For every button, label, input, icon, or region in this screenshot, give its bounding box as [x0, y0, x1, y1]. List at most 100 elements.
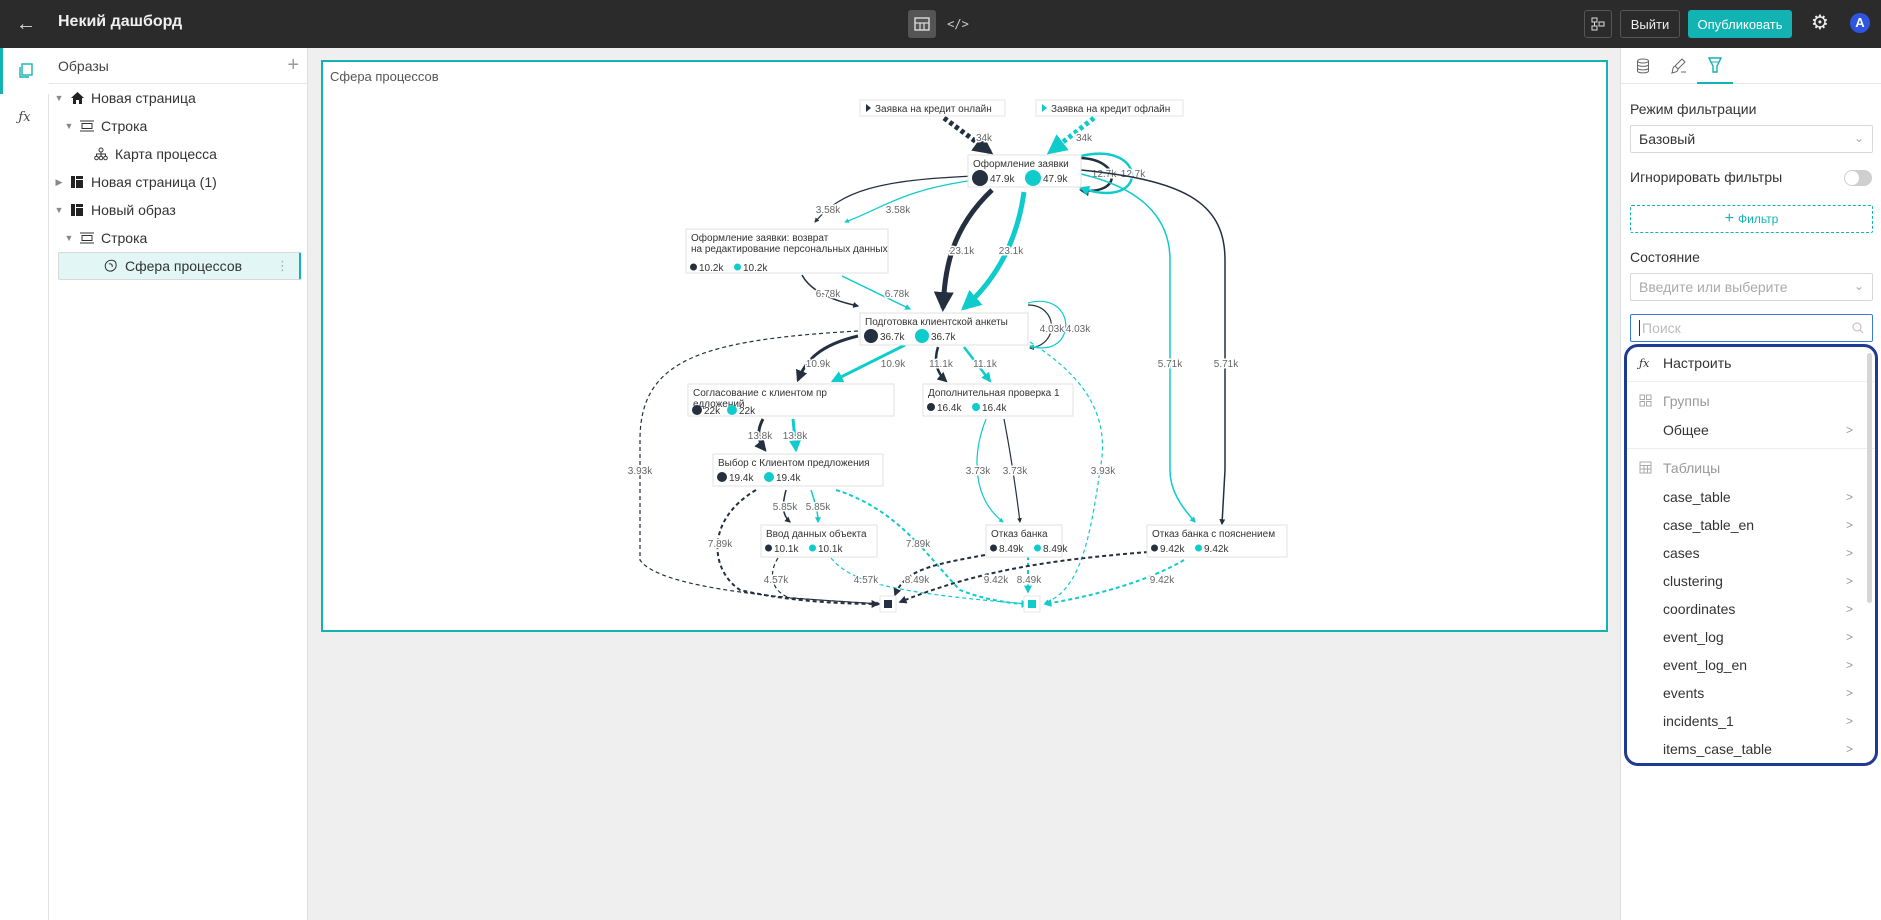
- add-filter-label: Фильтр: [1738, 212, 1779, 226]
- chevron-right-icon: >: [1845, 602, 1853, 616]
- pages-icon: [19, 63, 33, 78]
- layout-mode-button[interactable]: [908, 10, 936, 38]
- dark-count: 10.2k: [699, 263, 724, 274]
- teal-count: 19.4k: [776, 473, 801, 484]
- hierarchy-button[interactable]: [1584, 10, 1612, 38]
- dropdown-item-table[interactable]: event_log >: [1627, 623, 1875, 651]
- tree-item-row[interactable]: ▼ Строка: [49, 224, 307, 252]
- more-options-icon[interactable]: ⋮: [276, 258, 289, 274]
- edge-label: 5.71k: [1214, 359, 1239, 370]
- tree-title: Образы: [58, 57, 109, 74]
- rail-pages-tab[interactable]: [0, 48, 49, 94]
- teal-count: 22k: [739, 406, 756, 417]
- caret-down-icon[interactable]: ▼: [51, 205, 67, 215]
- edge-label: 3.93k: [1091, 466, 1116, 477]
- edge-label: 4.57k: [764, 575, 789, 586]
- rail-formulas-tab[interactable]: ƒx: [0, 94, 49, 140]
- node-label[interactable]: Отказ банка: [991, 528, 1048, 540]
- dropdown-item-table[interactable]: case_table_en >: [1627, 511, 1875, 539]
- node-label[interactable]: Оформление заявки: [973, 158, 1069, 170]
- tab-style[interactable]: [1661, 48, 1697, 84]
- dark-count: 19.4k: [729, 473, 754, 484]
- gear-icon[interactable]: ⚙: [1809, 12, 1831, 34]
- node-label[interactable]: Подготовка клиентской анкеты: [865, 317, 1008, 328]
- teal-count: 47.9k: [1043, 174, 1068, 185]
- publish-button[interactable]: Опубликовать: [1688, 10, 1792, 38]
- node-label[interactable]: Отказ банка с пояснением: [1152, 528, 1275, 540]
- node-label[interactable]: Дополнительная проверка 1: [928, 388, 1060, 399]
- brush-icon: [1671, 58, 1686, 74]
- dropdown-group-header: Группы: [1627, 386, 1875, 416]
- dropdown-item-table[interactable]: items_case_table >: [1627, 735, 1875, 763]
- settings-tabs: [1621, 48, 1881, 84]
- state-label: Состояние: [1630, 249, 1700, 265]
- caret-right-icon[interactable]: ▶: [51, 177, 67, 188]
- state-select[interactable]: Введите или выберите ⌄: [1630, 273, 1873, 301]
- dropdown-item-table[interactable]: cases >: [1627, 539, 1875, 567]
- dropdown-item-table[interactable]: incidents_1 >: [1627, 707, 1875, 735]
- code-mode-button[interactable]: </>: [944, 10, 972, 38]
- dropdown-configure[interactable]: ƒx Настроить: [1627, 349, 1875, 377]
- state-placeholder: Введите или выберите: [1639, 279, 1788, 295]
- sphere-icon: [101, 259, 121, 273]
- dropdown-item[interactable]: Общее >: [1627, 416, 1875, 444]
- tree-item-new-page-1[interactable]: ▶ Новая страница (1): [49, 168, 307, 196]
- dropdown-item-table[interactable]: clustering >: [1627, 567, 1875, 595]
- tree-item-row[interactable]: ▼ Строка: [49, 112, 307, 140]
- edge-label: 13.8k: [783, 431, 808, 442]
- avatar[interactable]: A: [1850, 13, 1870, 33]
- dark-count-dot: [692, 405, 702, 415]
- caret-down-icon[interactable]: ▼: [51, 93, 67, 103]
- back-arrow-icon[interactable]: ←: [12, 10, 40, 38]
- dark-count: 16.4k: [937, 403, 962, 414]
- ignore-filters-label: Игнорировать фильтры: [1630, 169, 1783, 185]
- groups-icon: [1639, 394, 1652, 407]
- process-sphere-widget[interactable]: Сфера процессов 34k 34k 12.7k 12.7k 3.58k 3.5…: [321, 60, 1608, 632]
- dropdown-item-table[interactable]: events >: [1627, 679, 1875, 707]
- start-label: Заявка на кредит онлайн: [875, 104, 992, 115]
- dropdown-item-table[interactable]: coordinates >: [1627, 595, 1875, 623]
- node-label[interactable]: на редактирование персональных данных: [691, 244, 888, 255]
- tree-item-process-sphere[interactable]: Сфера процессов ⋮: [58, 252, 301, 280]
- chevron-right-icon: >: [1845, 574, 1853, 588]
- chevron-down-icon: ⌄: [1853, 131, 1864, 145]
- item-label: coordinates: [1663, 601, 1736, 617]
- search-field[interactable]: [1630, 314, 1873, 342]
- process-map-icon: [91, 147, 111, 161]
- node-label[interactable]: Оформление заявки: возврат: [691, 232, 829, 244]
- teal-count-dot: [1195, 544, 1202, 552]
- process-map[interactable]: 34k 34k12.7k 12.7k3.58k 3.58k23.1k 23.1k5.71…: [323, 62, 1606, 630]
- search-input[interactable]: [1639, 320, 1839, 336]
- teal-count: 10.1k: [818, 544, 843, 555]
- node-label[interactable]: Выбор с Клиентом предложения: [718, 457, 870, 469]
- search-icon: [1852, 322, 1864, 334]
- page-icon: [67, 175, 87, 189]
- left-rail: ƒx: [0, 48, 49, 920]
- item-label: event_log_en: [1663, 657, 1748, 673]
- caret-down-icon[interactable]: ▼: [61, 121, 77, 131]
- edge-label: 11.1k: [973, 359, 998, 370]
- chevron-right-icon: >: [1845, 518, 1853, 532]
- tree-item-new-image[interactable]: ▼ Новый образ: [49, 196, 307, 224]
- tree-item-label: Строка: [101, 118, 148, 134]
- chevron-right-icon: >: [1845, 658, 1853, 672]
- tree-item-process-map[interactable]: Карта процесса: [49, 140, 307, 168]
- add-filter-button[interactable]: + Фильтр: [1630, 205, 1873, 233]
- node-label[interactable]: Ввод данных объекта: [766, 528, 867, 540]
- dark-count: 36.7k: [880, 332, 905, 343]
- dropdown-item-table[interactable]: case_table >: [1627, 483, 1875, 511]
- dropdown-item-table[interactable]: event_log_en >: [1627, 651, 1875, 679]
- node-label[interactable]: Согласование с клиентом пр: [693, 388, 827, 399]
- ignore-filters-toggle[interactable]: [1844, 170, 1872, 186]
- filter-mode-select[interactable]: Базовый ⌄: [1630, 125, 1873, 153]
- caret-down-icon[interactable]: ▼: [61, 233, 77, 243]
- item-label: items_case_table: [1663, 741, 1772, 757]
- edge-label: 23.1k: [950, 246, 975, 257]
- add-icon[interactable]: +: [287, 54, 299, 77]
- tree-item-new-page[interactable]: ▼ Новая страница: [49, 84, 307, 112]
- exit-button[interactable]: Выйти: [1620, 10, 1680, 38]
- tab-filter[interactable]: [1697, 48, 1733, 84]
- fx-icon: ƒx: [1639, 356, 1650, 370]
- tab-data[interactable]: [1625, 48, 1661, 84]
- tree-item-label: Новый образ: [91, 202, 176, 218]
